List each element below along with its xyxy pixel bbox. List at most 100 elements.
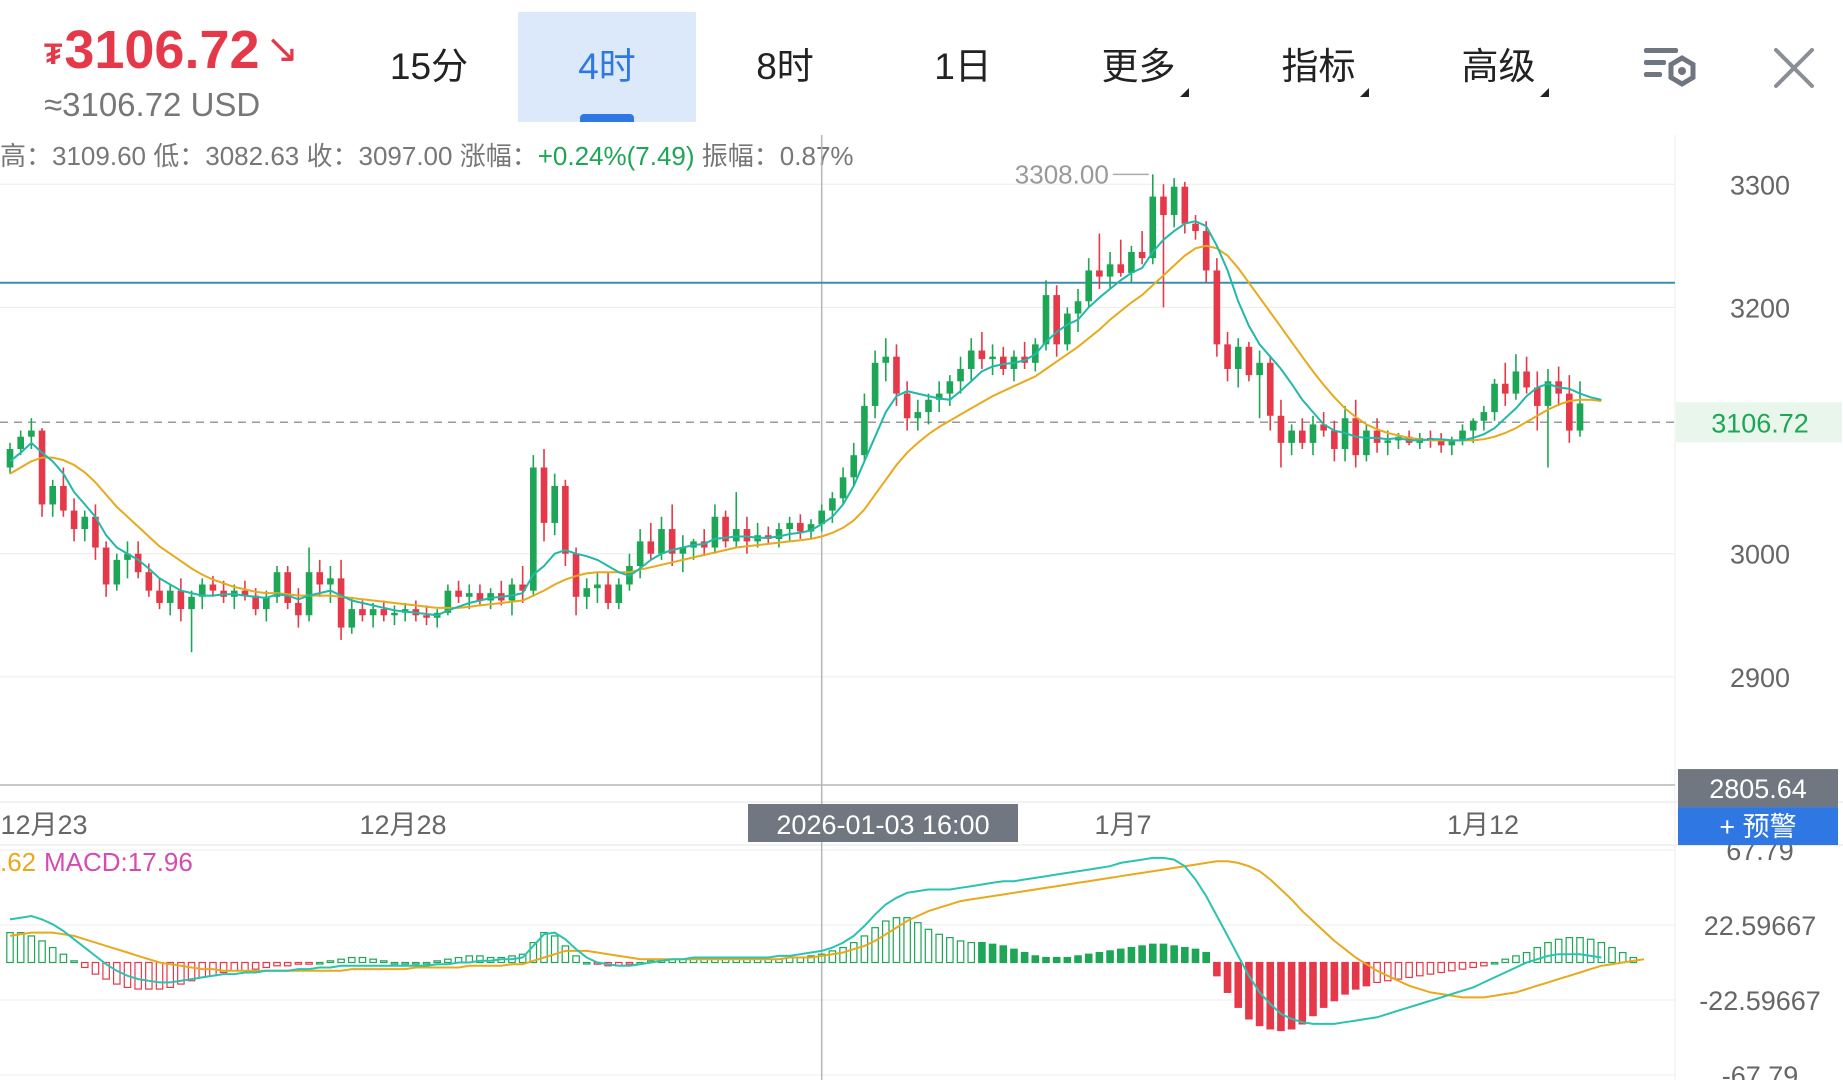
macd-histogram-bar [839, 946, 847, 964]
macd-histogram-bar [967, 941, 976, 964]
macd-histogram-bar [1597, 941, 1606, 964]
candle-body [786, 522, 793, 530]
candle-body [369, 609, 377, 616]
macd-histogram-bar [999, 945, 1008, 964]
candle-body [1181, 186, 1189, 224]
macd-histogram-bar [326, 960, 335, 964]
add-alert-label[interactable]: + 预警 [1719, 812, 1796, 842]
candle-body [839, 477, 847, 499]
macd-histogram-bar [1341, 961, 1349, 995]
candle-body [1373, 430, 1381, 443]
candle-body [1299, 430, 1306, 443]
ma-fast-line [9, 220, 1602, 617]
current-price-label: 3106.72 [1711, 408, 1809, 438]
candle-body [1363, 430, 1370, 456]
candle-body [391, 612, 398, 616]
macd-histogram-bar [582, 961, 591, 965]
macd-histogram-bar [1159, 943, 1168, 964]
candle-body [743, 529, 751, 542]
macd-histogram-bar [1010, 948, 1018, 964]
macd-histogram-bar [1437, 961, 1445, 974]
candle-body [465, 593, 473, 597]
candle-body [1501, 383, 1509, 394]
candlestick-chart[interactable]: 330032003000290067.7922.59667-22.59667-6… [0, 0, 1843, 1080]
candle-body [28, 430, 35, 437]
candle-body [829, 498, 836, 511]
macd-histogram-bar [561, 945, 570, 964]
macd-histogram-bar [978, 941, 986, 964]
candle-body [1138, 251, 1146, 259]
candle-body [188, 596, 195, 610]
macd-histogram-bar [1330, 961, 1339, 1002]
candle-body [636, 541, 644, 567]
macd-histogram-bar [380, 960, 388, 964]
candle-body [38, 430, 46, 505]
candle-body [1523, 371, 1530, 388]
candle-body [861, 405, 868, 456]
candle-body [305, 572, 313, 616]
macd-histogram-bar [860, 935, 869, 964]
candle-body [903, 393, 911, 419]
candle-body [177, 590, 185, 610]
macd-histogram-bar [412, 961, 420, 965]
candle-body [1512, 371, 1520, 394]
macd-value-label: MACD:17.96 [44, 847, 193, 877]
macd-histogram-bar [1618, 951, 1627, 964]
y-axis-tick-label: 3300 [1730, 170, 1790, 200]
candle-body [1096, 270, 1103, 277]
macd-histogram-bar [1234, 961, 1243, 1008]
x-axis-tick-label: 1月12 [1447, 810, 1519, 840]
macd-histogram-bar [166, 961, 175, 988]
macd-histogram-bar [1458, 961, 1467, 970]
macd-histogram-bar [155, 961, 164, 990]
macd-histogram-bar [27, 935, 36, 964]
macd-histogram-bar [935, 933, 943, 964]
candle-body [60, 485, 67, 511]
macd-histogram-bar [1074, 955, 1082, 964]
macd-histogram-bar [422, 961, 431, 965]
candle-body [70, 510, 78, 530]
candle-body [1117, 264, 1125, 273]
candle-body [1309, 424, 1317, 443]
y-axis-tick-label: 3200 [1730, 293, 1790, 323]
macd-histogram-bar [112, 961, 121, 985]
macd-histogram-bar [347, 956, 356, 964]
candle-body [1202, 231, 1210, 271]
candle-body [1469, 420, 1477, 431]
macd-histogram-bar [241, 961, 249, 972]
macd-histogram-bar [956, 940, 965, 964]
macd-histogram-bar [1063, 956, 1072, 964]
candle-body [145, 572, 153, 591]
x-axis-tick-label: 12月28 [359, 810, 446, 840]
macd-histogram-bar [1202, 951, 1210, 964]
macd-histogram-bar [6, 932, 14, 964]
candle-body [1042, 295, 1050, 345]
macd-histogram-bar [1148, 943, 1157, 964]
candle-body [850, 455, 858, 478]
x-axis-tick-label: 1月7 [1094, 810, 1151, 840]
macd-histogram-bar [828, 950, 837, 964]
candle-body [348, 609, 356, 628]
macd-histogram-bar [134, 961, 142, 990]
macd-histogram-bar [251, 961, 260, 970]
macd-histogram-bar [1576, 937, 1584, 964]
candle-body [1576, 403, 1584, 431]
macd-histogram-bar [1469, 961, 1478, 969]
macd-histogram-bar [1383, 961, 1392, 982]
macd-histogram-bar [550, 935, 559, 964]
candle-body [1234, 346, 1242, 369]
macd-dea-line [9, 860, 1645, 999]
macd-histogram-bar [1544, 941, 1552, 964]
candle-body [604, 584, 612, 603]
macd-histogram-bar [91, 961, 100, 975]
macd-histogram-bar [305, 961, 313, 965]
candle-body [871, 362, 879, 406]
macd-histogram-bar [390, 961, 399, 965]
macd-histogram-bar [572, 955, 580, 964]
macd-histogram-bar [1309, 961, 1317, 1017]
macd-histogram-bar [1095, 951, 1104, 964]
candle-body [711, 516, 719, 548]
candle-body [359, 609, 366, 616]
macd-histogram-bar [625, 961, 634, 965]
macd-histogram-bar [315, 961, 324, 965]
